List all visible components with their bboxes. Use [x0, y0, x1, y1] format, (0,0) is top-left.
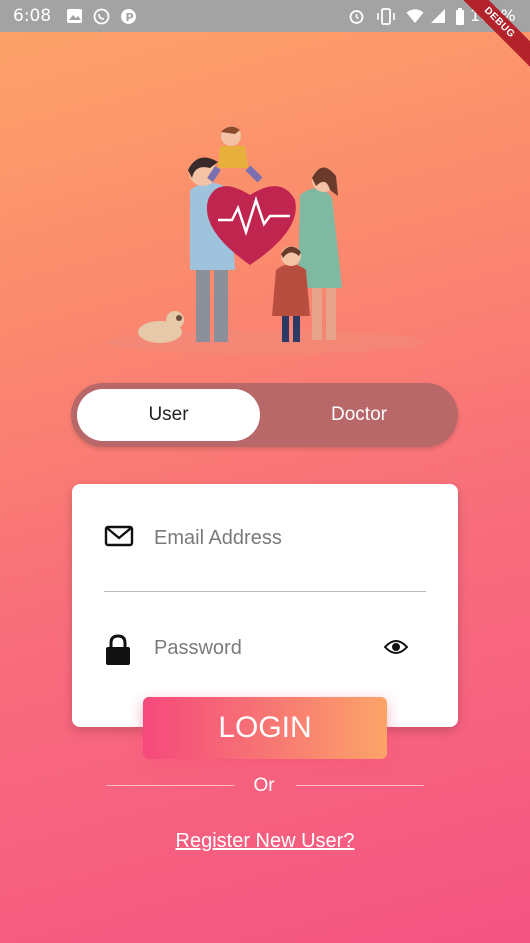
or-divider-right [296, 785, 424, 786]
p-app-icon: P [120, 8, 137, 24]
email-underline [104, 591, 426, 592]
mail-icon [104, 524, 134, 554]
vibrate-icon [376, 8, 395, 25]
password-field[interactable] [152, 632, 376, 664]
eye-icon[interactable] [383, 639, 414, 669]
father-figure [188, 157, 235, 342]
signal-icon [430, 8, 447, 24]
image-icon [66, 8, 83, 24]
wifi-icon [406, 8, 424, 24]
register-link[interactable]: Register New User? [0, 830, 530, 853]
login-button[interactable]: LOGIN [143, 697, 387, 759]
or-label: Or [253, 775, 275, 796]
doctor-tab[interactable]: Doctor [266, 389, 452, 441]
status-time: 6:08 [13, 6, 52, 26]
dog-figure [138, 311, 184, 343]
child-figure [207, 126, 263, 183]
svg-text:P: P [126, 11, 134, 24]
alarm-icon [348, 8, 365, 24]
lock-icon [105, 634, 135, 665]
role-toggle: User Doctor [71, 383, 458, 447]
or-divider-left [106, 785, 234, 786]
whatsapp-icon [93, 8, 110, 25]
login-card [72, 484, 458, 727]
email-field[interactable] [152, 522, 436, 554]
family-health-illustration [100, 120, 430, 360]
user-tab[interactable]: User [77, 389, 260, 441]
status-bar: 6:08 P 100% [0, 0, 530, 32]
